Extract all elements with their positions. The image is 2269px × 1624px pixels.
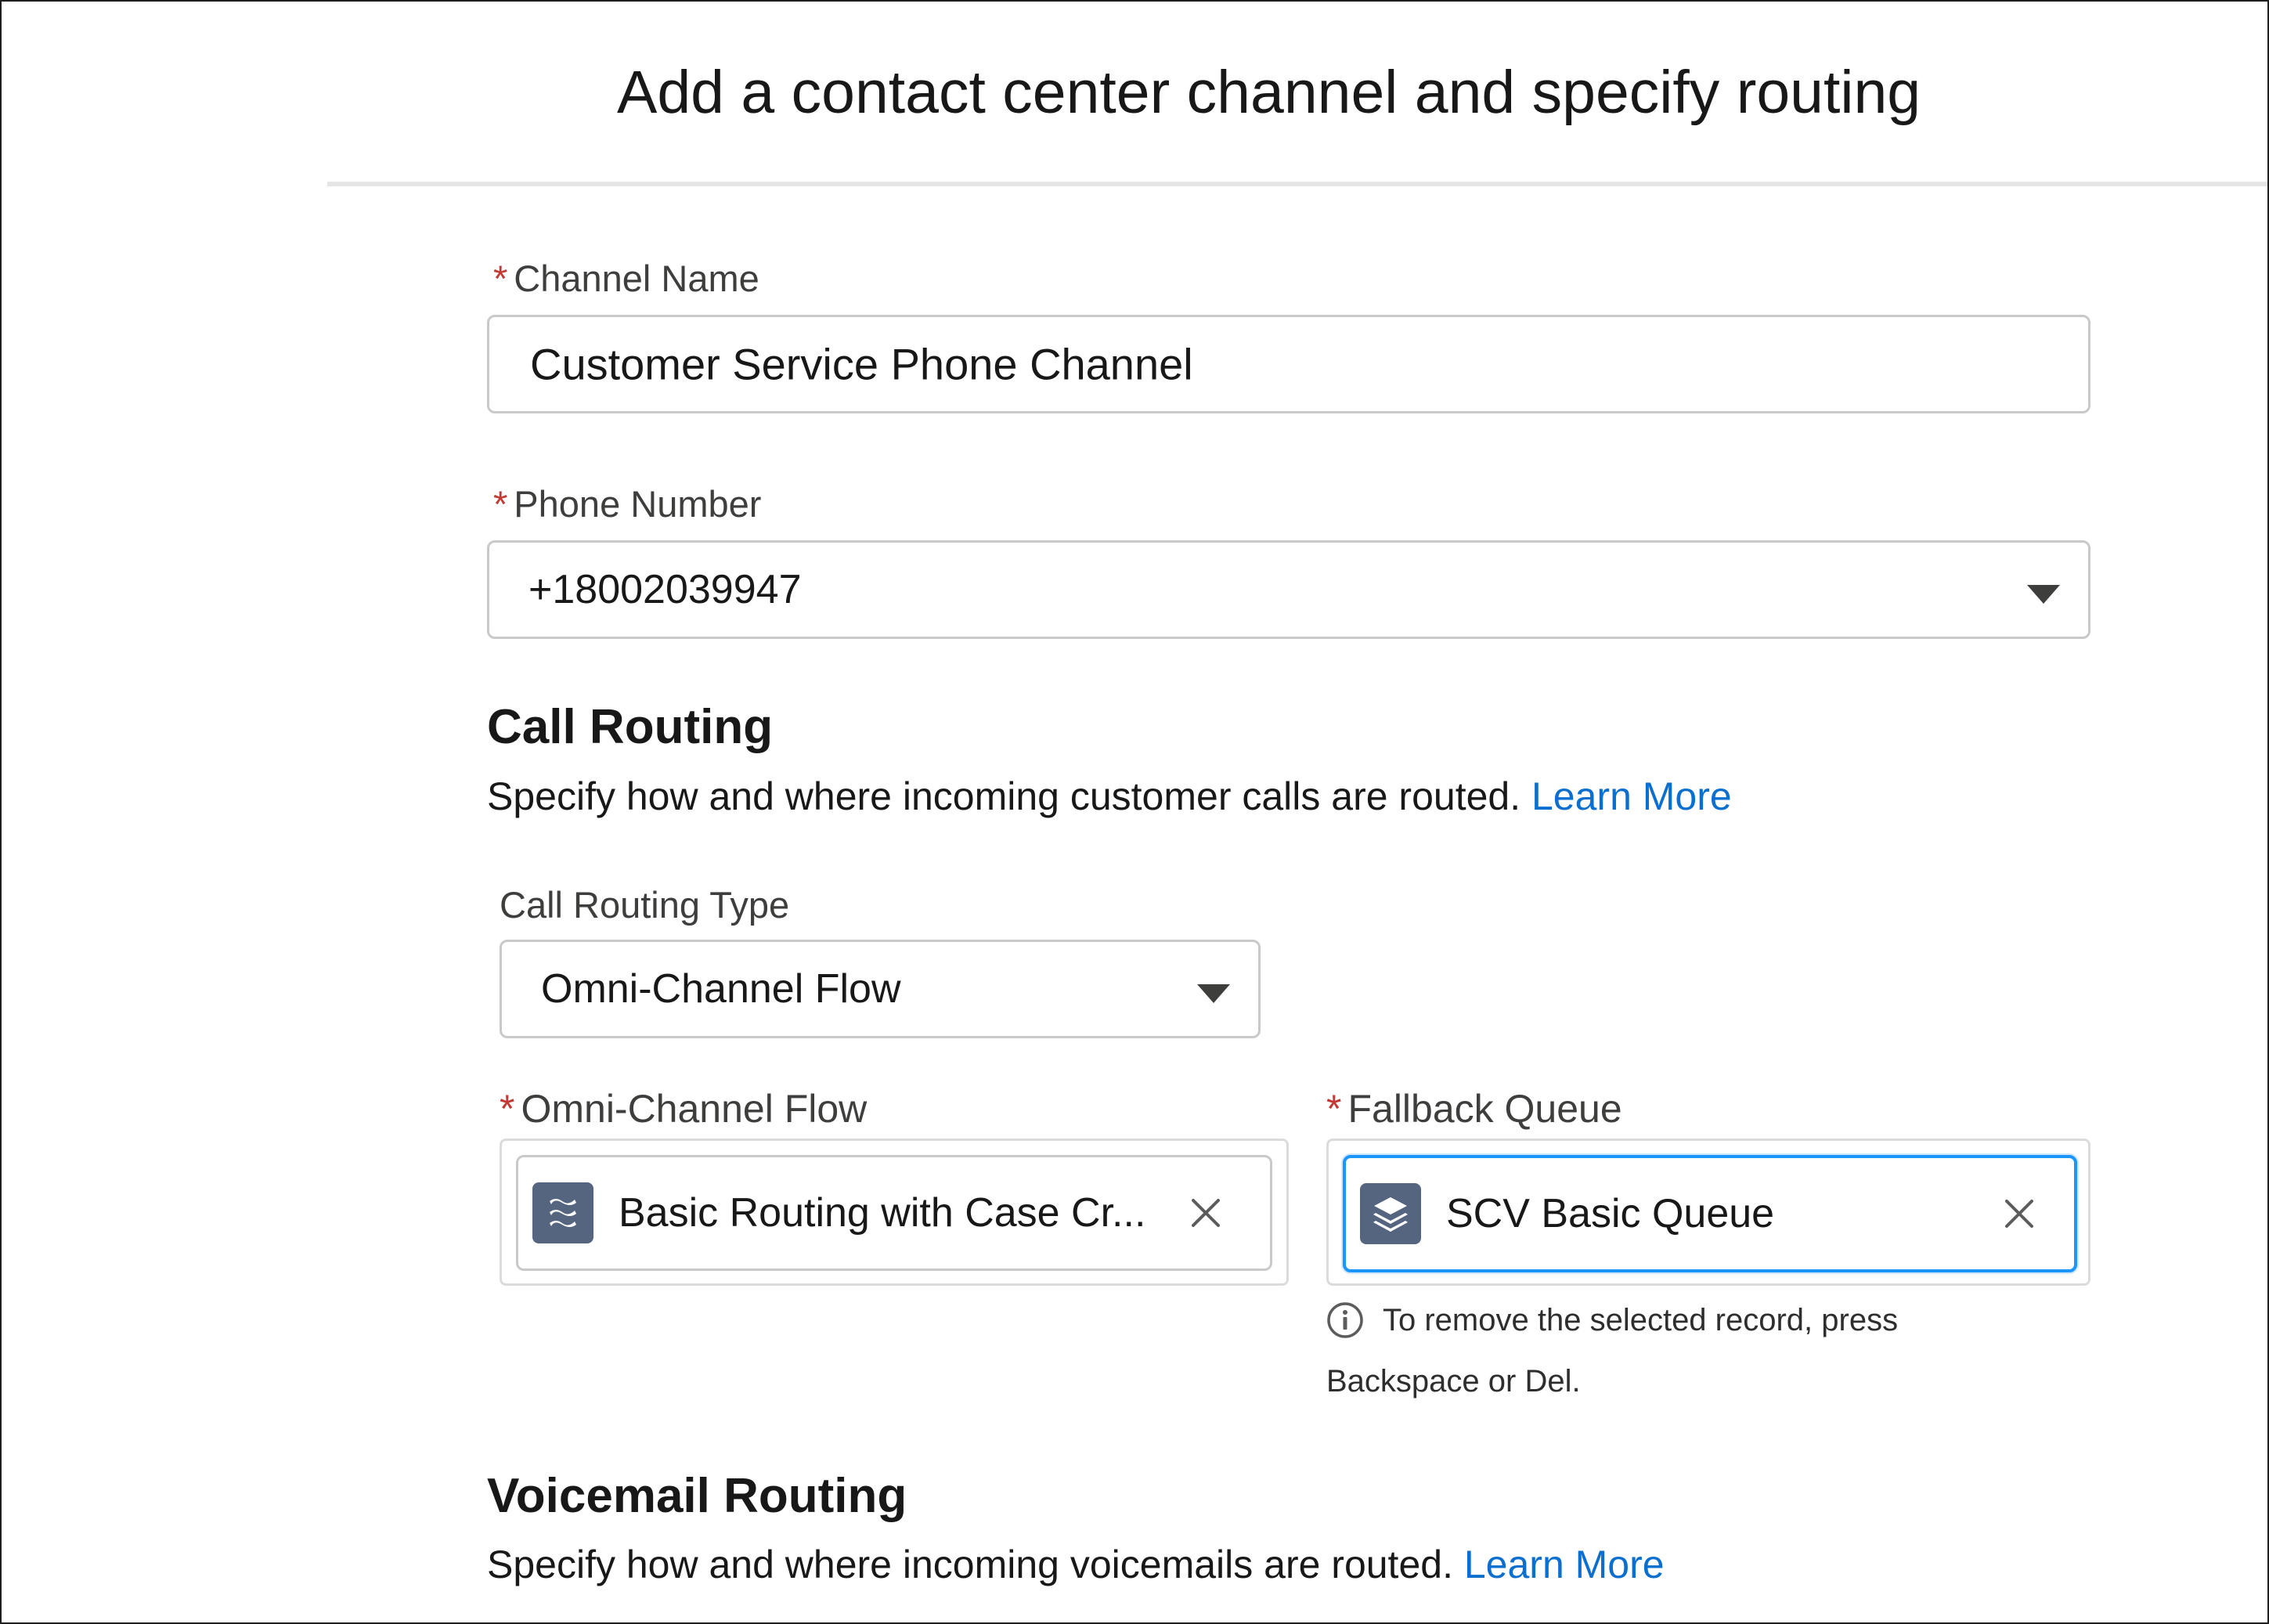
fallback-queue-selected-pill[interactable]: SCV Basic Queue <box>1343 1155 2077 1272</box>
omni-flow-lookup: Basic Routing with Case Cr... <box>500 1139 1289 1286</box>
page-title: Add a contact center channel and specify… <box>617 59 1921 126</box>
close-icon[interactable] <box>1189 1196 1223 1230</box>
chevron-down-icon <box>2027 585 2060 604</box>
phone-number-value: +18002039947 <box>528 567 802 612</box>
required-marker: * <box>1326 1087 1342 1131</box>
voicemail-routing-description: Specify how and where incoming voicemail… <box>487 1541 1665 1588</box>
voicemail-routing-description-text: Specify how and where incoming voicemail… <box>487 1543 1453 1586</box>
channel-name-label-text: Channel Name <box>514 258 759 299</box>
voicemail-routing-heading: Voicemail Routing <box>487 1469 907 1523</box>
fallback-queue-help-line1: To remove the selected record, press <box>1383 1303 1899 1337</box>
call-routing-type-label: Call Routing Type <box>500 884 790 926</box>
omni-flow-selected-pill[interactable]: Basic Routing with Case Cr... <box>516 1155 1272 1271</box>
call-routing-type-select[interactable]: Omni-Channel Flow <box>500 940 1261 1038</box>
flow-icon <box>532 1182 593 1243</box>
omni-flow-label: * Omni-Channel Flow <box>500 1085 867 1132</box>
chevron-down-icon <box>1197 984 1230 1003</box>
omni-flow-selected-value: Basic Routing with Case Cr... <box>619 1190 1146 1236</box>
phone-number-label-text: Phone Number <box>514 483 762 525</box>
required-marker: * <box>500 1087 515 1131</box>
setup-page: Add a contact center channel and specify… <box>0 0 2269 1624</box>
fallback-queue-selected-value: SCV Basic Queue <box>1446 1191 1775 1236</box>
phone-number-label: * Phone Number <box>493 482 761 526</box>
title-divider <box>327 182 2267 186</box>
fallback-queue-help-line2: Backspace or Del. <box>1326 1364 1581 1398</box>
fallback-queue-label: * Fallback Queue <box>1326 1085 1622 1132</box>
queue-icon <box>1360 1183 1421 1244</box>
fallback-queue-lookup: SCV Basic Queue <box>1326 1139 2090 1286</box>
call-routing-description: Specify how and where incoming customer … <box>487 773 1732 820</box>
phone-number-select[interactable]: +18002039947 <box>487 540 2090 639</box>
required-marker: * <box>493 258 508 299</box>
call-routing-heading: Call Routing <box>487 700 774 754</box>
close-icon[interactable] <box>2002 1196 2036 1231</box>
call-routing-type-value: Omni-Channel Flow <box>541 966 901 1012</box>
voicemail-routing-learn-more-link[interactable]: Learn More <box>1464 1543 1665 1586</box>
info-icon <box>1326 1301 1364 1339</box>
call-routing-description-text: Specify how and where incoming customer … <box>487 774 1521 818</box>
required-marker: * <box>493 483 508 525</box>
channel-name-label: * Channel Name <box>493 257 759 301</box>
fallback-queue-label-text: Fallback Queue <box>1347 1087 1622 1131</box>
call-routing-learn-more-link[interactable]: Learn More <box>1531 774 1732 818</box>
omni-flow-label-text: Omni-Channel Flow <box>521 1087 868 1131</box>
channel-name-input[interactable]: Customer Service Phone Channel <box>487 315 2090 413</box>
channel-name-value: Customer Service Phone Channel <box>530 339 1193 389</box>
